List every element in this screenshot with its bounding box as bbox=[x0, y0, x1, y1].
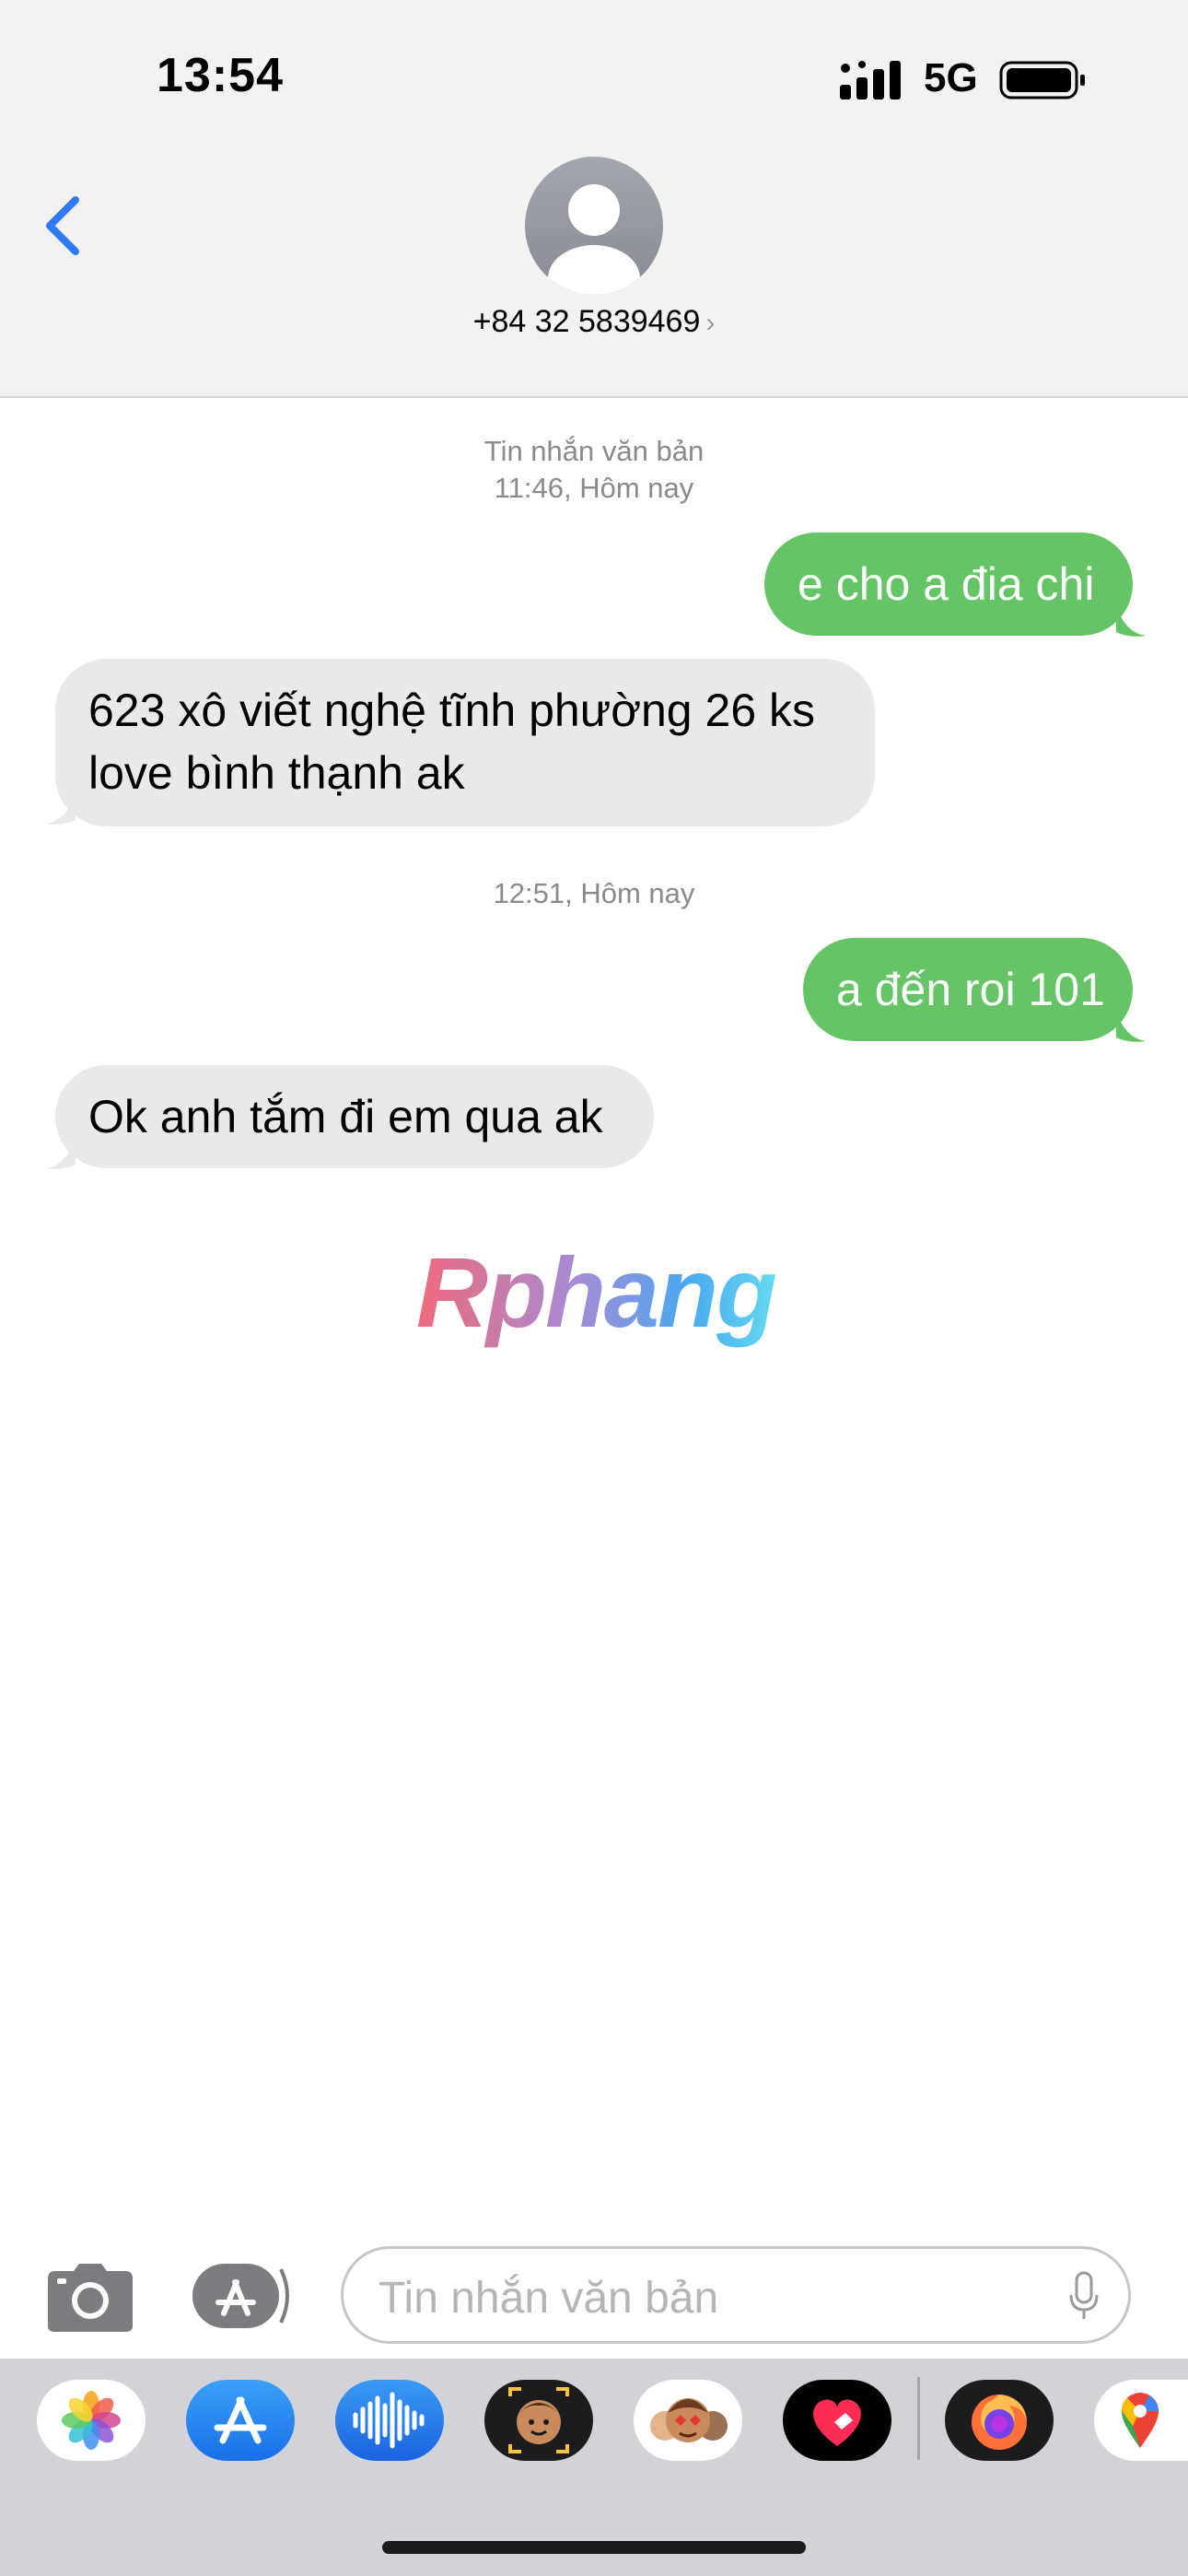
message-line: love bình thạnh ak bbox=[88, 747, 465, 799]
back-chevron-icon[interactable] bbox=[37, 189, 92, 263]
map-pin-icon bbox=[1122, 2393, 1159, 2448]
google-maps-icon[interactable] bbox=[1094, 2380, 1188, 2461]
input-placeholder: Tin nhắn văn bản bbox=[379, 2274, 719, 2323]
microphone-icon[interactable] bbox=[1067, 2271, 1101, 2323]
memoji-face-icon bbox=[508, 2387, 569, 2453]
message-bubble-incoming[interactable]: 623 xô viết nghệ tĩnh phường 26 ks love … bbox=[55, 659, 875, 826]
sticker-faces-icon bbox=[650, 2398, 728, 2442]
timestamp: 11:46, Hôm nay bbox=[494, 472, 694, 504]
network-type: 5G bbox=[924, 55, 978, 100]
message-bubble-outgoing[interactable]: a đến roi 101 bbox=[803, 938, 1133, 1041]
bubble-tail bbox=[1116, 603, 1146, 637]
apps-toggle-icon[interactable] bbox=[191, 2262, 294, 2330]
bubble-tail bbox=[46, 790, 76, 825]
photos-flower-icon bbox=[62, 2391, 121, 2450]
chevron-right-icon: › bbox=[705, 308, 716, 338]
timestamp-header-1: Tin nhắn văn bản 11:46, Hôm nay bbox=[0, 433, 1188, 507]
memoji-camera-icon[interactable] bbox=[484, 2380, 593, 2461]
audio-message-icon[interactable] bbox=[335, 2380, 444, 2461]
firefox-icon[interactable] bbox=[945, 2380, 1054, 2461]
digital-touch-icon[interactable] bbox=[783, 2380, 891, 2461]
drawer-divider bbox=[917, 2377, 920, 2460]
message-bubble-incoming[interactable]: Ok anh tắm đi em qua ak bbox=[55, 1065, 654, 1168]
heart-icon bbox=[813, 2399, 861, 2446]
message-text: 623 xô viết nghệ tĩnh phường 26 ks love … bbox=[88, 679, 815, 804]
contact-number: +84 32 5839469 bbox=[472, 304, 701, 339]
battery-icon bbox=[999, 61, 1085, 100]
app-store-icon[interactable] bbox=[186, 2380, 295, 2461]
camera-icon[interactable] bbox=[46, 2262, 134, 2334]
message-input[interactable]: Tin nhắn văn bản bbox=[341, 2246, 1131, 2344]
watermark-logo: Rphang bbox=[416, 1236, 777, 1348]
timestamp-header-2: 12:51, Hôm nay bbox=[0, 875, 1188, 912]
contact-avatar[interactable] bbox=[525, 157, 663, 295]
timestamp: 12:51, Hôm nay bbox=[493, 877, 695, 909]
bubble-tail bbox=[1116, 1008, 1146, 1042]
message-line: 623 xô viết nghệ tĩnh phường 26 ks bbox=[88, 685, 816, 736]
waveform-icon bbox=[353, 2392, 425, 2449]
message-text: a đến roi 101 bbox=[836, 964, 1105, 1015]
firefox-logo bbox=[972, 2395, 1027, 2450]
bubble-tail bbox=[46, 1135, 76, 1169]
message-text: e cho a đia chi bbox=[798, 558, 1095, 610]
status-time: 13:54 bbox=[157, 49, 284, 102]
contact-name[interactable]: +84 32 5839469 › bbox=[0, 304, 1188, 340]
cellular-signal-icon bbox=[840, 61, 901, 100]
memoji-stickers-icon[interactable] bbox=[634, 2380, 742, 2461]
home-indicator[interactable] bbox=[382, 2541, 806, 2554]
message-text: Ok anh tắm đi em qua ak bbox=[88, 1091, 603, 1142]
conversation-header: 13:54 5G +84 32 5839469 › bbox=[0, 0, 1188, 398]
app-store-glyph bbox=[214, 2396, 267, 2444]
person-silhouette-icon bbox=[548, 184, 640, 295]
service-label: Tin nhắn văn bản bbox=[483, 435, 705, 467]
message-bubble-outgoing[interactable]: e cho a đia chi bbox=[764, 533, 1133, 636]
photos-app-icon[interactable] bbox=[37, 2380, 146, 2461]
